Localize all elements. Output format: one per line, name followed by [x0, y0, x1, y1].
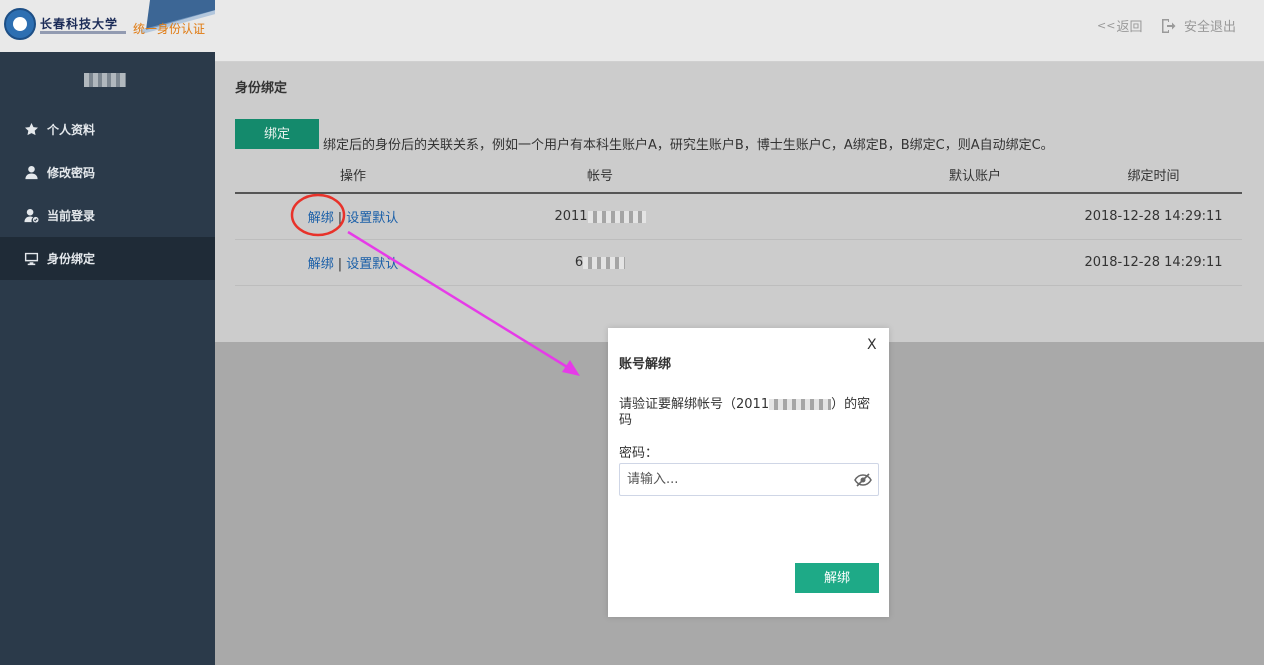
- main-content: 身份绑定 绑定 绑定后的身份后的关联关系，例如一个用户有本科生账户A，研究生账户…: [215, 62, 1264, 342]
- user-check-icon: [24, 208, 39, 223]
- sidebar-item-label: 个人资料: [47, 123, 96, 137]
- column-header-actions: 操作: [339, 168, 366, 184]
- sidebar: 长春科技大学 统一身份认证 个人资料 修改密码 当前登录 身份绑定: [0, 0, 215, 665]
- sidebar-item-current-login[interactable]: 当前登录: [0, 194, 215, 237]
- column-header-default: 默认账户: [948, 168, 1001, 184]
- set-default-link[interactable]: 设置默认: [346, 211, 398, 226]
- row-bind-time: 2018-12-28 14:29:11: [1084, 255, 1223, 270]
- close-button[interactable]: X: [867, 337, 877, 353]
- unbind-link[interactable]: 解绑: [308, 211, 334, 226]
- table-row: 解绑 | 设置默认 6 2018-12-28 14:29:11: [235, 240, 1242, 286]
- system-name: 统一身份认证: [133, 22, 206, 36]
- unbind-submit-button[interactable]: 解绑: [795, 563, 879, 593]
- row-actions: 解绑 | 设置默认: [235, 207, 471, 226]
- password-field-wrapper: [619, 463, 879, 496]
- row-bind-time: 2018-12-28 14:29:11: [1084, 209, 1223, 224]
- pointer-arrowhead: [562, 360, 580, 376]
- unbind-link[interactable]: 解绑: [308, 257, 334, 272]
- account-blurred: [587, 210, 646, 223]
- logo: 长春科技大学 统一身份认证: [0, 0, 215, 52]
- column-header-bind-time: 绑定时间: [1127, 168, 1180, 184]
- monitor-icon: [24, 251, 39, 266]
- sidebar-item-label: 当前登录: [47, 209, 96, 223]
- set-default-link[interactable]: 设置默认: [346, 257, 398, 272]
- account-prefix: 6: [574, 255, 584, 270]
- dialog-message: 请验证要解绑帐号（2011 ）的密码: [619, 397, 881, 429]
- account-blurred: [769, 399, 832, 410]
- logout-link[interactable]: 安全退出: [1160, 16, 1236, 35]
- unbind-dialog: X 账号解绑 请验证要解绑帐号（2011 ）的密码 密码： 解绑: [608, 328, 889, 617]
- sidebar-item-identity-binding[interactable]: 身份绑定: [0, 237, 215, 280]
- sidebar-item-change-password[interactable]: 修改密码: [0, 151, 215, 194]
- row-account: 6: [471, 255, 729, 270]
- back-arrow-icon: <<: [1097, 19, 1116, 32]
- row-actions: 解绑 | 设置默认: [235, 253, 471, 272]
- column-header-account: 帐号: [586, 168, 613, 184]
- logout-icon: [1162, 18, 1176, 33]
- school-emblem-icon: [4, 8, 36, 40]
- sidebar-item-label: 身份绑定: [47, 252, 96, 266]
- logout-label: 安全退出: [1184, 20, 1237, 35]
- school-name-en-line: [40, 31, 126, 34]
- back-link[interactable]: << 返回: [1097, 16, 1142, 35]
- row-account: 2011: [471, 209, 729, 224]
- username-blurred: [84, 73, 126, 87]
- password-input[interactable]: [620, 464, 848, 495]
- dialog-message-start: 请验证要解绑帐号（2011: [619, 397, 770, 412]
- table-row: 解绑 | 设置默认 2011 2018-12-28 14:29:11: [235, 194, 1242, 240]
- action-separator: |: [337, 257, 343, 272]
- star-icon: [24, 122, 39, 137]
- user-icon: [24, 165, 39, 180]
- bind-note: 绑定后的身份后的关联关系，例如一个用户有本科生账户A，研究生账户B，博士生账户C…: [323, 138, 1054, 153]
- school-name: 长春科技大学: [40, 17, 119, 31]
- top-header: << 返回 安全退出: [215, 0, 1264, 62]
- section-title: 身份绑定: [235, 81, 288, 96]
- account-prefix: 2011: [554, 209, 588, 224]
- password-label: 密码：: [619, 446, 659, 461]
- table-header: 操作 帐号 默认账户 绑定时间: [235, 156, 1242, 194]
- sidebar-item-profile[interactable]: 个人资料: [0, 108, 215, 151]
- binding-table: 操作 帐号 默认账户 绑定时间 解绑 | 设置默认 2011 2018-12-28 …: [235, 156, 1242, 286]
- back-label: 返回: [1116, 20, 1143, 35]
- action-separator: |: [337, 211, 343, 226]
- sidebar-item-label: 修改密码: [47, 166, 96, 180]
- dialog-title: 账号解绑: [619, 357, 672, 372]
- sidebar-nav: 个人资料 修改密码 当前登录 身份绑定: [0, 108, 215, 280]
- bind-button[interactable]: 绑定: [235, 119, 319, 149]
- account-blurred: [583, 256, 626, 269]
- eye-off-icon[interactable]: [854, 472, 872, 488]
